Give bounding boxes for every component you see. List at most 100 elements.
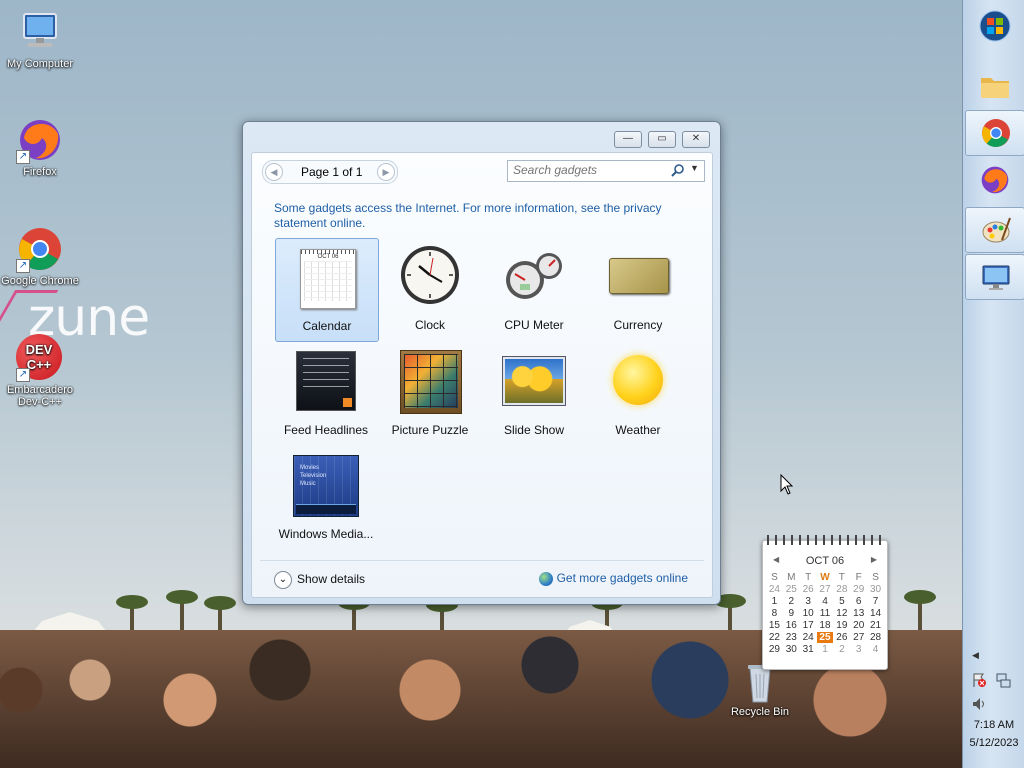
calendar-day-cell[interactable]: 28 — [867, 632, 884, 643]
calendar-day-cell[interactable]: 28 — [833, 584, 850, 595]
calendar-day-cell[interactable]: 2 — [783, 596, 800, 607]
calendar-day-cell[interactable]: 9 — [783, 608, 800, 619]
calendar-day-cell[interactable]: 4 — [817, 596, 834, 607]
calendar-day-cell[interactable]: 8 — [766, 608, 783, 619]
weather-sun-icon — [607, 349, 669, 411]
taskbar: ◀ 7:18 AM 5/12/2023 — [962, 0, 1024, 768]
calendar-day-cell[interactable]: 18 — [817, 620, 834, 631]
calendar-day-cell[interactable]: 21 — [867, 620, 884, 631]
gadget-tile-picture-puzzle[interactable]: Picture Puzzle — [379, 343, 481, 445]
start-button[interactable] — [965, 4, 1023, 48]
calendar-day-cell[interactable]: 6 — [850, 596, 867, 607]
windows-start-orb-icon — [979, 10, 1011, 42]
gadget-tile-weather[interactable]: Weather — [587, 343, 689, 445]
gadget-tile-calendar[interactable]: OCT 06 Calendar — [275, 238, 379, 342]
volume-icon[interactable] — [971, 697, 987, 711]
taskbar-paint-button[interactable] — [965, 207, 1024, 253]
calendar-day-cell[interactable]: 27 — [850, 632, 867, 643]
gallery-content: ◀ Page 1 of 1 ▶ ▼ Some gadgets access th… — [251, 152, 713, 598]
taskbar-remote-desktop-button[interactable] — [965, 254, 1024, 300]
search-input[interactable] — [508, 161, 663, 179]
gadget-tile-slide-show[interactable]: Slide Show — [483, 343, 585, 445]
calendar-day-cell[interactable]: 3 — [800, 596, 817, 607]
calendar-day-cell[interactable]: 10 — [800, 608, 817, 619]
calendar-today-cell[interactable]: 25 — [816, 632, 834, 643]
calendar-next-month-icon[interactable]: ▶ — [871, 555, 877, 564]
gadget-label: Slide Show — [503, 423, 565, 437]
gadget-gallery-window: — ▭ ✕ ◀ Page 1 of 1 ▶ ▼ Some gadgets acc… — [242, 121, 721, 605]
desktop-icon-firefox[interactable]: ↗ Firefox — [0, 116, 80, 178]
calendar-weekday-header: T — [805, 572, 812, 583]
desktop-icon-label: Firefox — [23, 166, 57, 178]
calendar-month-label: OCT 06 — [805, 555, 845, 567]
calendar-prev-month-icon[interactable]: ◀ — [773, 555, 779, 564]
calendar-day-cell[interactable]: 23 — [783, 632, 800, 643]
calendar-day-cell[interactable]: 14 — [867, 608, 884, 619]
calendar-day-cell[interactable]: 19 — [833, 620, 850, 631]
calendar-day-cell[interactable]: 20 — [850, 620, 867, 631]
slide-show-gadget-icon — [503, 349, 565, 411]
calendar-day-cell[interactable]: 26 — [800, 584, 817, 595]
calendar-day-cell[interactable]: 25 — [783, 584, 800, 595]
paint-palette-icon — [980, 214, 1012, 246]
show-details-toggle[interactable]: ⌄ Show details — [274, 571, 365, 589]
desktop-icon-recycle-bin[interactable]: Recycle Bin — [720, 662, 800, 718]
get-more-gadgets-link[interactable]: Get more gadgets online — [538, 571, 688, 586]
calendar-day-cell[interactable]: 24 — [800, 632, 817, 643]
calendar-day-cell[interactable]: 11 — [817, 608, 834, 619]
calendar-day-cell[interactable]: 13 — [850, 608, 867, 619]
shortcut-arrow-icon: ↗ — [16, 150, 30, 164]
calendar-day-cell[interactable]: 29 — [766, 644, 783, 655]
taskbar-chrome-button[interactable] — [965, 110, 1024, 156]
clock-date[interactable]: 5/12/2023 — [963, 737, 1024, 749]
action-center-flag-icon[interactable] — [971, 672, 987, 688]
calendar-day-cell[interactable]: 1 — [766, 596, 783, 607]
calendar-day-cell[interactable]: 30 — [783, 644, 800, 655]
calendar-day-cell[interactable]: 3 — [850, 644, 867, 655]
page-navigator: ◀ Page 1 of 1 ▶ — [262, 160, 398, 184]
taskbar-firefox-button[interactable] — [965, 158, 1023, 202]
search-dropdown-icon[interactable]: ▼ — [690, 163, 699, 173]
calendar-day-cell[interactable]: 5 — [833, 596, 850, 607]
gadget-tile-currency[interactable]: Currency — [587, 238, 689, 340]
calendar-day-cell[interactable]: 12 — [833, 608, 850, 619]
calendar-day-cell[interactable]: 2 — [833, 644, 850, 655]
network-icon[interactable] — [995, 672, 1011, 688]
gadget-label: Weather — [615, 423, 661, 437]
clock-time[interactable]: 7:18 AM — [963, 719, 1024, 731]
gadget-tile-windows-media[interactable]: Movies Television Music Windows Media... — [275, 447, 377, 549]
gadget-label: Currency — [613, 318, 663, 332]
calendar-gadget[interactable]: ◀ OCT 06 ▶ S M T W T F S 24 25 26 27 28 29 30 1 2 3 4 5 6 7 8… — [762, 535, 888, 670]
minimize-button[interactable]: — — [614, 131, 642, 148]
desktop-icon-chrome[interactable]: ↗ Google Chrome — [0, 225, 80, 287]
folder-icon — [979, 70, 1011, 102]
page-indicator: Page 1 of 1 — [301, 165, 363, 179]
calendar-day-cell[interactable]: 30 — [867, 584, 884, 595]
calendar-day-cell[interactable]: 29 — [850, 584, 867, 595]
taskbar-explorer-button[interactable] — [965, 64, 1023, 108]
calendar-day-cell[interactable]: 7 — [867, 596, 884, 607]
gadget-tile-cpu-meter[interactable]: CPU Meter — [483, 238, 585, 340]
desktop-icon-my-computer[interactable]: My Computer — [0, 8, 80, 70]
show-hidden-icons-chevron-icon[interactable]: ◀ — [972, 650, 979, 661]
currency-gadget-icon — [607, 244, 669, 306]
calendar-day-cell[interactable]: 15 — [766, 620, 783, 631]
next-page-button[interactable]: ▶ — [377, 163, 395, 181]
calendar-day-cell[interactable]: 27 — [817, 584, 834, 595]
calendar-day-cell[interactable]: 22 — [766, 632, 783, 643]
calendar-day-cell[interactable]: 24 — [766, 584, 783, 595]
search-icon[interactable] — [671, 164, 684, 177]
previous-page-button[interactable]: ◀ — [265, 163, 283, 181]
calendar-day-cell[interactable]: 1 — [817, 644, 834, 655]
calendar-day-cell[interactable]: 17 — [800, 620, 817, 631]
close-button[interactable]: ✕ — [682, 131, 710, 148]
restore-button[interactable]: ▭ — [648, 131, 676, 148]
calendar-day-cell[interactable]: 26 — [833, 632, 850, 643]
internet-notice-link[interactable]: Some gadgets access the Internet. For mo… — [274, 201, 694, 231]
gadget-tile-feed-headlines[interactable]: Feed Headlines — [275, 343, 377, 445]
desktop-icon-devcpp[interactable]: DEV C++ ↗ Embarcadero Dev-C++ — [0, 334, 80, 408]
calendar-day-cell[interactable]: 4 — [867, 644, 884, 655]
calendar-day-cell[interactable]: 31 — [800, 644, 817, 655]
gadget-tile-clock[interactable]: Clock — [379, 238, 481, 340]
calendar-day-cell[interactable]: 16 — [783, 620, 800, 631]
